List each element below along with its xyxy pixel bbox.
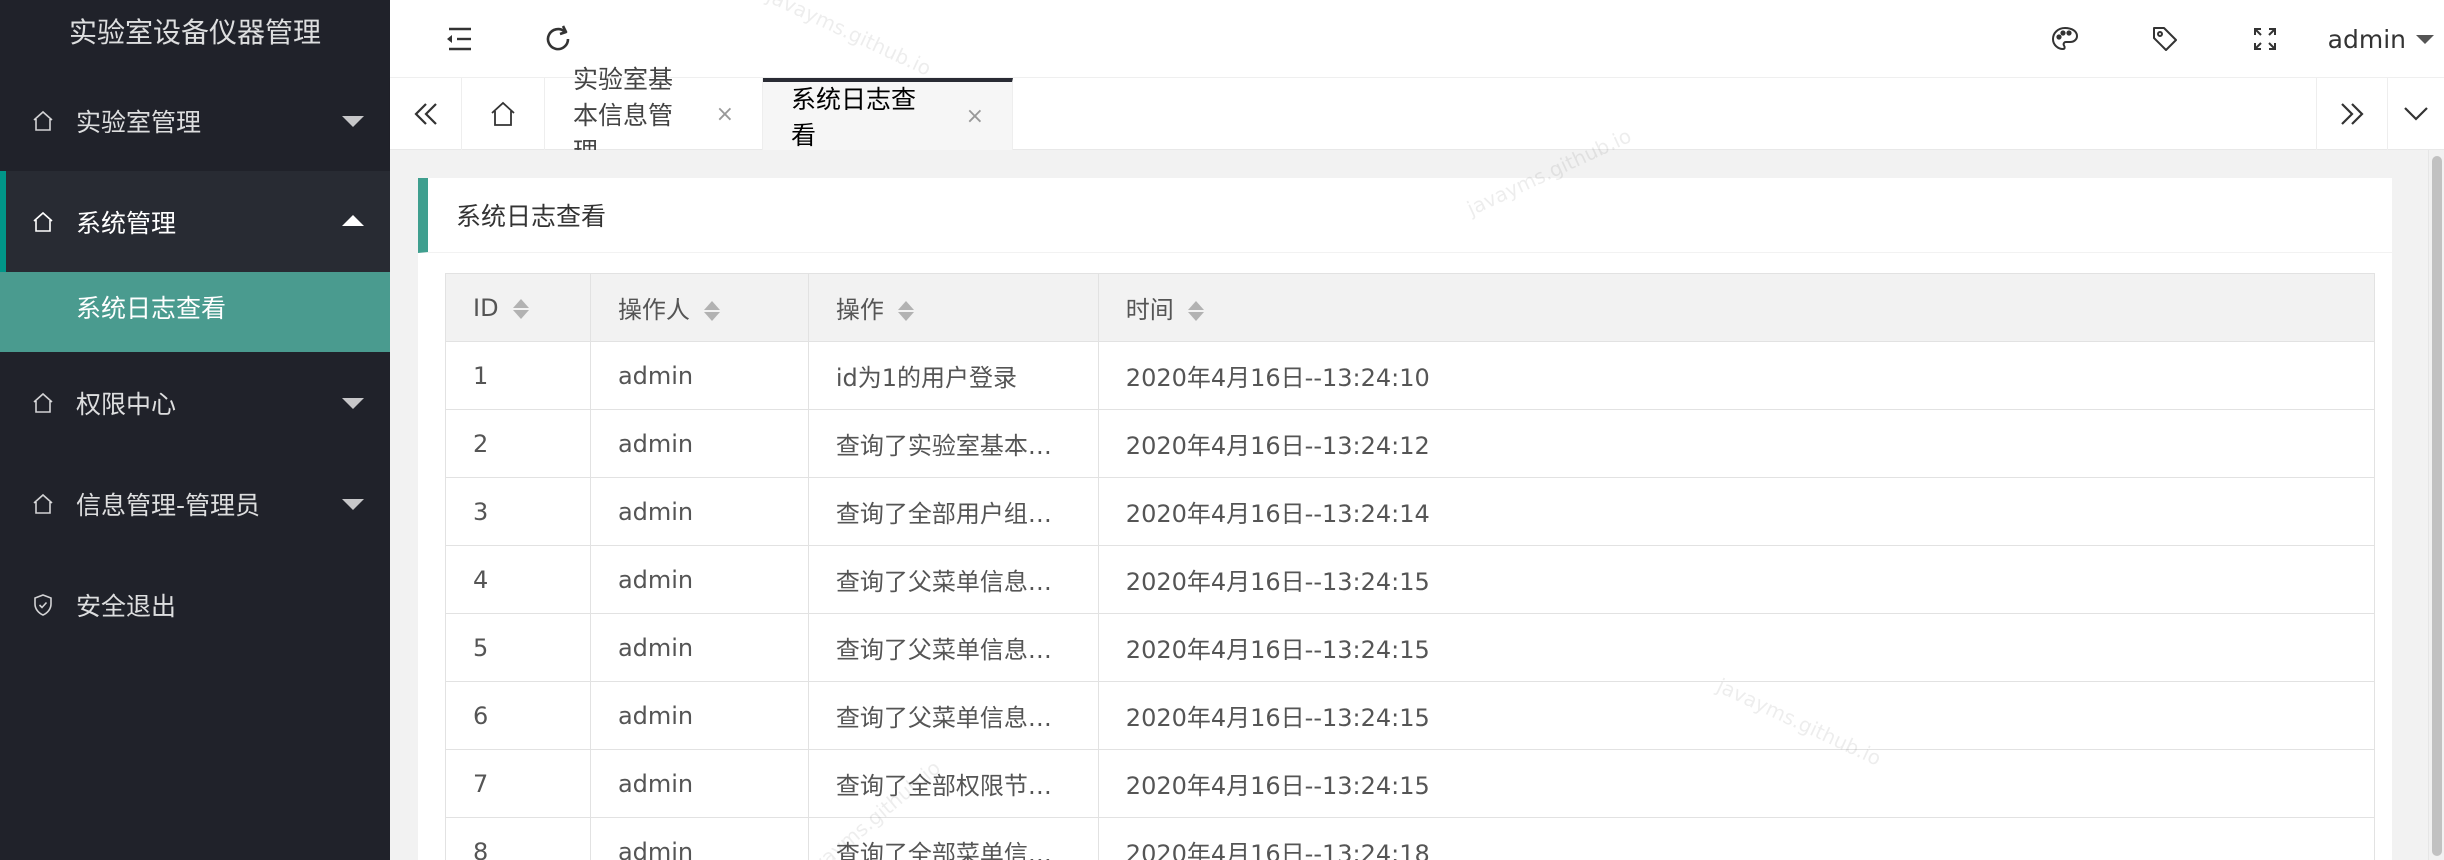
table-row[interactable]: 8 admin 查询了全部菜单信… 2020年4月16日--13:24:18: [445, 817, 2376, 860]
sort-icon[interactable]: [512, 297, 529, 321]
column-header-operation[interactable]: 操作: [807, 273, 1099, 342]
card-title: 系统日志查看: [418, 178, 2392, 253]
caret-up-icon: [342, 214, 364, 226]
tabs-scroll-right-icon[interactable]: [2316, 78, 2388, 150]
sidebar-item-system-management[interactable]: 系统管理: [0, 171, 390, 272]
table-row[interactable]: 5 admin 查询了父菜单信息… 2020年4月16日--13:24:15: [445, 613, 2376, 682]
sidebar-group-system: 系统管理 系统日志查看: [0, 171, 390, 352]
refresh-icon[interactable]: [533, 14, 583, 64]
column-header-time[interactable]: 时间: [1097, 273, 2376, 342]
home-icon: [28, 489, 58, 519]
tab-bar: 实验室基本信息管理 × 系统日志查看 ×: [390, 65, 2444, 166]
tab-lab-info[interactable]: 实验室基本信息管理 ×: [545, 65, 763, 166]
sidebar: 实验室设备仪器管理 实验室管理 系统管理 系统日志查看 权限中心 信息管理-管理…: [0, 0, 390, 860]
log-card: 系统日志查看 ID 操作人 操作 时间 1 admin id为1的用户登录 2020年…: [418, 178, 2392, 860]
sidebar-item-label: 实验室管理: [76, 107, 202, 137]
shield-icon: [28, 590, 58, 620]
close-icon[interactable]: ×: [966, 104, 984, 129]
home-icon: [28, 106, 58, 136]
tabs-scroll-left-icon[interactable]: [390, 78, 462, 150]
sidebar-item-label: 信息管理-管理员: [76, 490, 261, 520]
table-row[interactable]: 6 admin 查询了父菜单信息… 2020年4月16日--13:24:15: [445, 681, 2376, 750]
app-title: 实验室设备仪器管理: [0, 0, 390, 70]
collapse-menu-icon[interactable]: [433, 14, 483, 64]
caret-down-icon: [342, 498, 364, 510]
theme-palette-icon[interactable]: [2040, 14, 2090, 64]
table-row[interactable]: 1 admin id为1的用户登录 2020年4月16日--13:24:10: [445, 341, 2376, 410]
scrollbar-thumb[interactable]: [2432, 156, 2442, 856]
main-content: 系统日志查看 ID 操作人 操作 时间 1 admin id为1的用户登录 2020年…: [390, 150, 2444, 860]
home-icon: [28, 207, 58, 237]
column-header-id[interactable]: ID: [445, 273, 591, 342]
sidebar-item-label: 安全退出: [76, 591, 177, 621]
chevron-down-icon: [2416, 34, 2434, 44]
log-table: ID 操作人 操作 时间 1 admin id为1的用户登录 2020年4月16日--…: [445, 273, 2376, 860]
top-header: admin: [390, 0, 2444, 78]
column-header-operator[interactable]: 操作人: [589, 273, 809, 342]
sort-icon[interactable]: [1187, 299, 1204, 323]
sidebar-item-label: 系统管理: [76, 208, 177, 238]
tabs-menu-chevron-icon[interactable]: [2388, 78, 2444, 150]
sidebar-item-lab-management[interactable]: 实验室管理: [0, 70, 390, 171]
table-row[interactable]: 7 admin 查询了全部权限节… 2020年4月16日--13:24:15: [445, 749, 2376, 818]
home-icon: [28, 388, 58, 418]
sidebar-subitem-system-log[interactable]: 系统日志查看: [0, 262, 390, 352]
table-row[interactable]: 3 admin 查询了全部用户组… 2020年4月16日--13:24:14: [445, 477, 2376, 546]
vertical-scrollbar[interactable]: [2428, 150, 2444, 860]
username-label: admin: [2327, 24, 2406, 54]
close-icon[interactable]: ×: [716, 102, 734, 127]
table-row[interactable]: 4 admin 查询了父菜单信息… 2020年4月16日--13:24:15: [445, 545, 2376, 614]
table-row[interactable]: 2 admin 查询了实验室基本… 2020年4月16日--13:24:12: [445, 409, 2376, 478]
sidebar-item-info-management[interactable]: 信息管理-管理员: [0, 453, 390, 554]
sidebar-item-label: 权限中心: [76, 389, 177, 419]
home-icon: [491, 101, 515, 126]
tab-label: 系统日志查看: [791, 85, 917, 150]
user-menu[interactable]: admin: [2328, 14, 2444, 64]
caret-down-icon: [342, 115, 364, 127]
sort-icon[interactable]: [897, 299, 914, 323]
sort-icon[interactable]: [703, 299, 720, 323]
fullscreen-icon[interactable]: [2240, 14, 2290, 64]
caret-down-icon: [342, 397, 364, 409]
sidebar-item-logout[interactable]: 安全退出: [0, 554, 390, 655]
table-header-row: ID 操作人 操作 时间: [445, 273, 2376, 342]
sidebar-item-permission-center[interactable]: 权限中心: [0, 352, 390, 453]
tab-system-log[interactable]: 系统日志查看 ×: [763, 78, 1013, 150]
tag-icon[interactable]: [2140, 14, 2190, 64]
tab-home[interactable]: [462, 78, 545, 150]
